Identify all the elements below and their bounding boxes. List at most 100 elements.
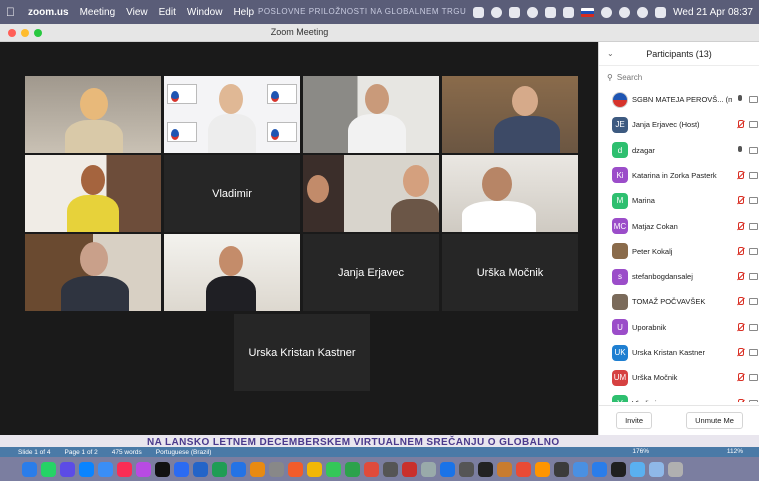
video-camera-icon[interactable] [749,171,758,179]
video-camera-icon[interactable] [749,298,758,306]
dock-app-icon[interactable] [459,461,474,477]
dock-app-icon[interactable] [326,461,341,477]
zoom-level-b[interactable]: 112% [727,448,743,455]
dock-app-icon[interactable] [478,461,493,477]
video-tile[interactable] [303,76,439,153]
dock-app-icon[interactable] [497,461,512,477]
participant-row[interactable]: s stefanbogdansalej [599,264,759,289]
video-tile[interactable] [442,76,578,153]
dock-app-icon[interactable] [117,461,132,477]
menu-meeting[interactable]: Meeting [80,7,116,18]
unmute-me-button[interactable]: Unmute Me [686,412,743,429]
video-camera-icon[interactable] [749,96,758,103]
dock-app-icon[interactable] [573,461,588,477]
dock-app-icon[interactable] [402,461,417,477]
participant-row[interactable]: UM Urška Močnik [599,365,759,390]
video-tile[interactable] [25,234,161,311]
mic-muted-icon[interactable] [736,221,744,231]
video-tile[interactable]: Vladimir [164,155,300,232]
mic-icon[interactable] [736,145,744,155]
participant-row[interactable]: Peter Kokalj [599,239,759,264]
dock-app-icon[interactable] [231,461,246,477]
zoom-status-icon[interactable] [473,6,485,18]
mic-muted-icon[interactable] [736,246,744,256]
video-camera-icon[interactable] [749,146,758,154]
menubar-clock[interactable]: Wed 21 Apr 08:37 [673,7,753,18]
video-camera-icon[interactable] [749,121,758,129]
participant-row[interactable]: TOMAŽ POČVAVŠEK [599,289,759,314]
menu-edit[interactable]: Edit [159,7,176,18]
shield-icon[interactable] [509,6,521,18]
video-tile[interactable]: Janja Erjavec [303,234,439,311]
dock-app-icon[interactable] [592,461,607,477]
record-icon[interactable] [527,6,539,18]
wifi-icon[interactable] [601,6,613,18]
participant-row[interactable]: SGBN MATEJA PEROVŠ... (me) [599,87,759,112]
participant-row[interactable]: Ki Katarina in Zorka Pasterk [599,163,759,188]
mic-muted-icon[interactable] [736,398,744,402]
input-source-flag-icon[interactable] [581,7,595,17]
video-camera-icon[interactable] [749,197,758,205]
zoom-level-a[interactable]: 176% [632,448,649,455]
dock-app-icon[interactable] [155,461,170,477]
dock-app-icon[interactable] [516,461,531,477]
participant-search-input[interactable] [616,72,737,82]
mic-muted-icon[interactable] [736,170,744,180]
video-camera-icon[interactable] [749,399,758,402]
participant-row[interactable]: JE Janja Erjavec (Host) [599,112,759,137]
menu-app-name[interactable]: zoom.us [28,7,69,18]
video-camera-icon[interactable] [749,222,758,230]
video-tile[interactable] [303,155,439,232]
participant-row[interactable]: UK Urska Kristan Kastner [599,340,759,365]
dock-app-icon[interactable] [421,461,436,477]
video-camera-icon[interactable] [749,323,758,331]
dock-app-icon[interactable] [79,461,94,477]
participant-row[interactable]: MC Matjaz Cokan [599,214,759,239]
dock-app-icon[interactable] [288,461,303,477]
dock-app-icon[interactable] [668,461,683,477]
dock-app-icon[interactable] [364,461,379,477]
menu-window[interactable]: Window [187,7,223,18]
mic-muted-icon[interactable] [736,120,744,129]
video-tile[interactable] [164,234,300,311]
video-camera-icon[interactable] [749,349,758,356]
menu-view[interactable]: View [126,7,148,18]
participant-row[interactable]: M Marina [599,188,759,213]
participant-row[interactable]: U Uporabnik [599,315,759,340]
control-center-icon[interactable] [655,6,667,18]
dock-app-icon[interactable] [345,461,360,477]
dock-app-icon[interactable] [60,461,75,477]
dock-app-icon[interactable] [535,461,550,477]
video-camera-icon[interactable] [749,374,758,382]
dock-app-icon[interactable] [22,461,37,477]
dock-app-icon[interactable] [630,461,645,477]
mic-icon[interactable] [736,95,744,104]
dock-app-icon[interactable] [250,461,265,477]
video-tile[interactable] [442,155,578,232]
battery-icon[interactable] [563,6,575,18]
dock-app-icon[interactable] [193,461,208,477]
mic-muted-icon[interactable] [736,272,744,281]
search-icon[interactable] [637,6,649,18]
dock-app-icon[interactable] [174,461,189,477]
participant-row[interactable]: d dzagar [599,138,759,163]
dock-app-icon[interactable] [269,461,284,477]
video-camera-icon[interactable] [749,247,758,255]
mic-muted-icon[interactable] [736,297,744,306]
participant-row[interactable]: V Vladimir [599,391,759,402]
video-tile[interactable] [164,76,300,153]
dock-app-icon[interactable] [41,461,56,477]
dock-app-icon[interactable] [440,461,455,477]
dock-app-icon[interactable] [649,461,664,477]
mic-muted-icon[interactable] [736,348,744,357]
mic-muted-icon[interactable] [736,373,744,382]
dock-app-icon[interactable] [136,461,151,477]
collapse-chevron-icon[interactable]: ⌄ [607,49,614,58]
apple-icon[interactable]:  [6,5,22,19]
dock-app-icon[interactable] [383,461,398,477]
menu-help[interactable]: Help [233,7,254,18]
video-tile[interactable]: Urška Močnik [442,234,578,311]
video-camera-icon[interactable] [749,273,758,281]
video-tile[interactable]: Urska Kristan Kastner [234,314,370,391]
invite-button[interactable]: Invite [616,412,652,429]
